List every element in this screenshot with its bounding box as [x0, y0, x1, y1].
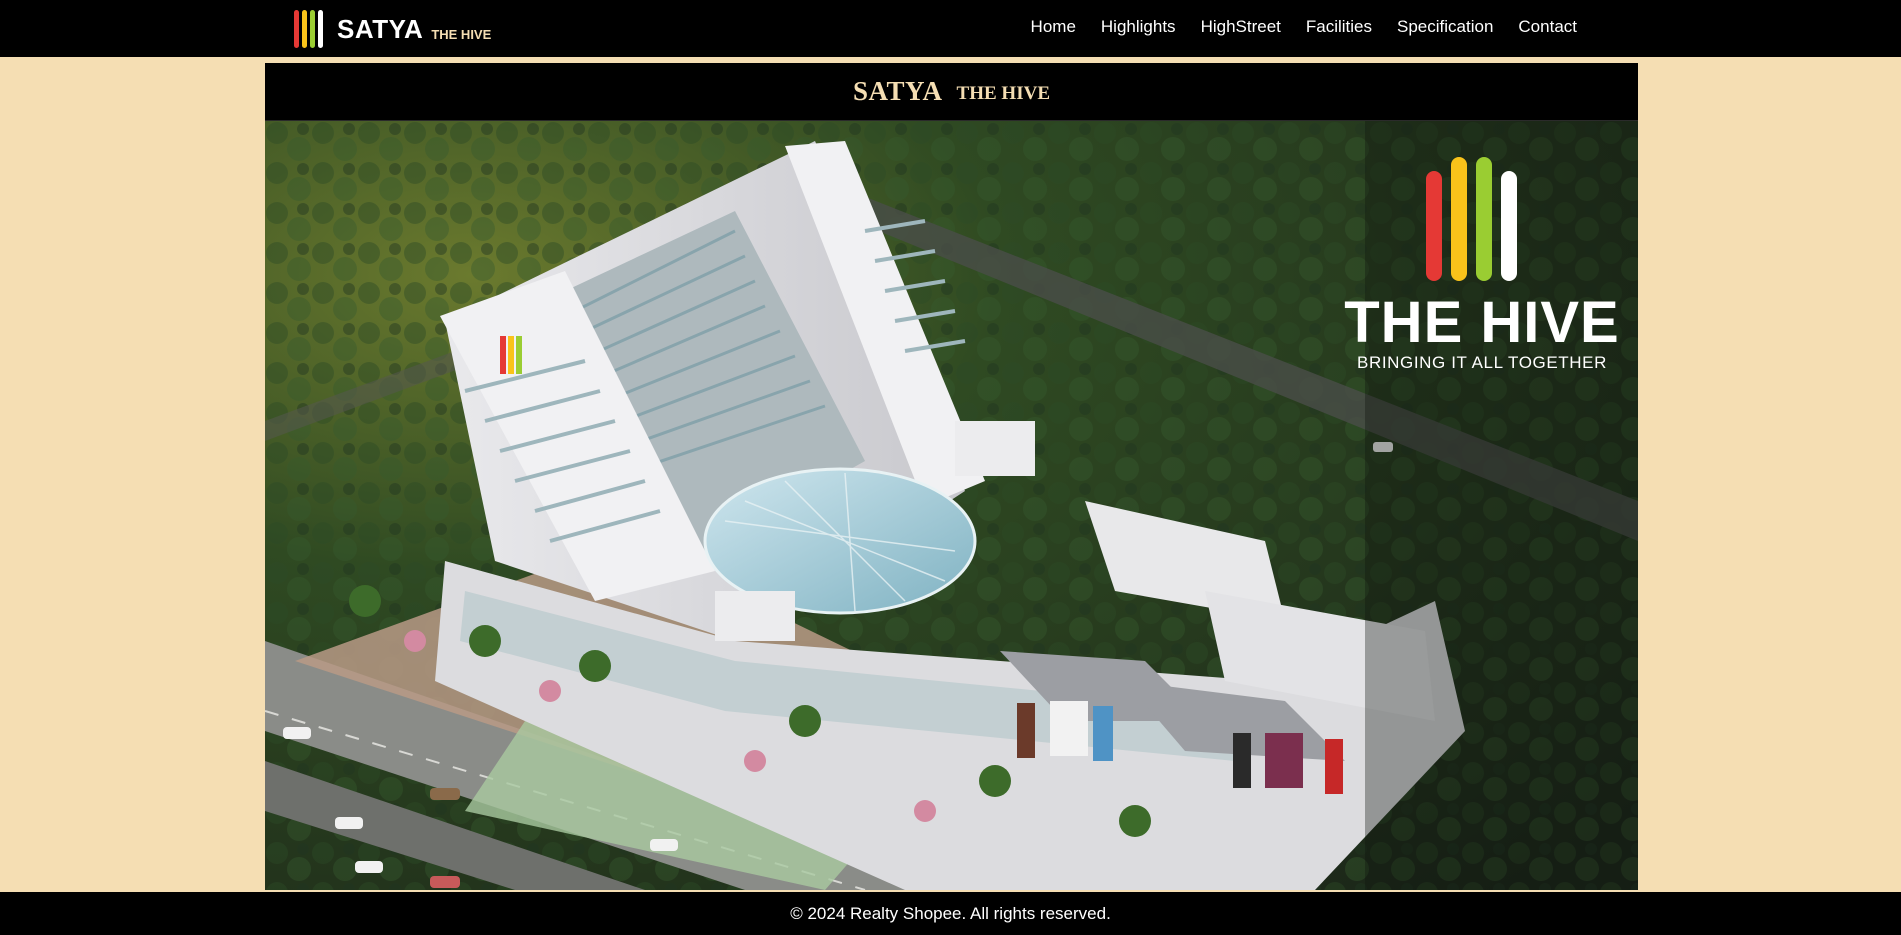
- nav-home[interactable]: Home: [1031, 17, 1076, 37]
- brand-subtitle: THE HIVE: [431, 26, 492, 42]
- copyright-text: © 2024 Realty Shopee. All rights reserve…: [790, 903, 1111, 923]
- nav-contact[interactable]: Contact: [1518, 17, 1577, 37]
- hive-logo-title: THE HIVE: [1344, 290, 1620, 355]
- hero-heading: SATYA THE HIVE: [265, 63, 1638, 121]
- hive-logo-icon: [294, 10, 323, 48]
- hero-section: SATYA THE HIVE THE HIVE BRINGING IT ALL …: [265, 63, 1638, 890]
- site-footer: © 2024 Realty Shopee. All rights reserve…: [0, 892, 1901, 935]
- project-rendering-image: THE HIVE BRINGING IT ALL TOGETHER: [265, 121, 1638, 890]
- nav-facilities[interactable]: Facilities: [1306, 17, 1372, 37]
- hero-title: SATYA: [853, 76, 943, 106]
- nav-highstreet[interactable]: HighStreet: [1201, 17, 1281, 37]
- hive-logo-icon: [1426, 157, 1517, 281]
- nav-highlights[interactable]: Highlights: [1101, 17, 1176, 37]
- brand[interactable]: SATYA THE HIVE: [294, 10, 491, 48]
- nav-specification[interactable]: Specification: [1397, 17, 1493, 37]
- main-nav: Home Highlights HighStreet Facilities Sp…: [1006, 0, 1577, 53]
- top-navbar: SATYA THE HIVE Home Highlights HighStree…: [0, 0, 1901, 57]
- brand-name: SATYA: [337, 13, 424, 44]
- hive-logo-tagline: BRINGING IT ALL TOGETHER: [1357, 353, 1607, 372]
- hero-subtitle: THE HIVE: [956, 82, 1050, 104]
